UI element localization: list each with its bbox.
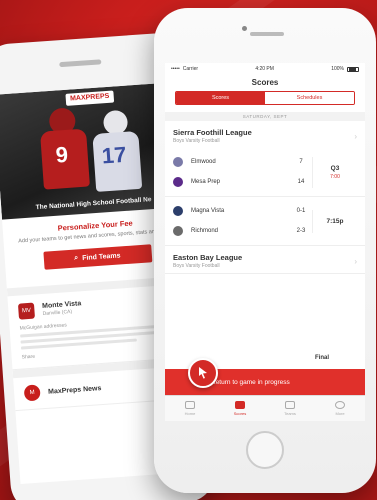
jersey-number-blue: 17 xyxy=(100,141,128,169)
pointer-icon xyxy=(199,367,207,379)
tab-label: More xyxy=(335,411,345,416)
home-icon xyxy=(185,401,195,409)
tab-label: Home xyxy=(184,411,196,416)
battery-icon xyxy=(347,66,359,72)
jersey-number-red: 9 xyxy=(54,141,69,168)
phone-speaker xyxy=(250,32,284,36)
tab-teams[interactable]: Teams xyxy=(265,396,315,421)
team-logo xyxy=(173,177,183,187)
bottom-tab-bar: Home Scores Teams More xyxy=(165,395,365,421)
status-bar: ••••• Carrier 4:20 PM 100% xyxy=(165,63,365,75)
team-logo xyxy=(173,157,183,167)
star-icon xyxy=(285,401,295,409)
feed-title: MaxPreps News xyxy=(47,384,102,396)
league-section: Easton Bay League Boys Varsity Football … xyxy=(165,246,365,361)
game-status: 7:15p xyxy=(312,209,357,233)
phone-camera xyxy=(242,26,247,31)
team-row: Richmond 2-3 xyxy=(173,221,312,241)
feed-subtitle: Danville (CA) xyxy=(42,308,73,317)
league-subtitle: Boys Varsity Football xyxy=(173,263,220,269)
team-logo xyxy=(173,226,183,236)
page-title: Scores xyxy=(251,78,279,87)
chevron-right-icon: › xyxy=(354,131,357,141)
chevron-right-icon: › xyxy=(354,256,357,266)
game-status: Q3 7:00 xyxy=(312,156,357,188)
find-teams-label: Find Teams xyxy=(81,251,121,262)
maxpreps-logo: MAXPREPS xyxy=(65,90,115,106)
team-logo: MV xyxy=(17,302,36,320)
game-row[interactable]: Elmwood 7 Mesa Prep 14 Q3 7:00 xyxy=(165,148,365,196)
team-row: Magna Vista 0-1 xyxy=(173,201,312,221)
home-button[interactable] xyxy=(246,431,284,469)
find-teams-button[interactable]: ⌕ Find Teams xyxy=(42,244,152,270)
league-name: Easton Bay League xyxy=(173,253,243,262)
phone-speaker xyxy=(59,59,102,68)
final-label: Final xyxy=(315,355,330,361)
maxpreps-news-logo: M xyxy=(23,384,41,402)
team-score: 14 xyxy=(297,179,305,185)
tab-more[interactable]: More xyxy=(315,396,365,421)
game-clock: 7:00 xyxy=(330,173,340,180)
tab-label: Scores xyxy=(233,411,247,416)
team-record: 2-3 xyxy=(296,228,306,234)
tab-home[interactable]: Home xyxy=(165,396,215,421)
team-score: 7 xyxy=(299,159,303,165)
scores-screen: ••••• Carrier 4:20 PM 100% Scores Scores… xyxy=(165,63,365,421)
carrier-label: Carrier xyxy=(182,66,199,72)
game-row[interactable]: Magna Vista 0-1 Richmond 2-3 7:15p xyxy=(165,196,365,245)
segmented-control: Scores Schedules xyxy=(175,91,355,105)
team-row: Mesa Prep 14 xyxy=(173,172,312,192)
league-section: Sierra Foothill League Boys Varsity Foot… xyxy=(165,121,365,246)
search-icon: ⌕ xyxy=(74,254,79,262)
date-header: SATURDAY, SEPT xyxy=(165,112,365,121)
team-name: Magna Vista xyxy=(191,208,225,214)
team-row: Elmwood 7 xyxy=(173,152,312,172)
league-header[interactable]: Sierra Foothill League Boys Varsity Foot… xyxy=(165,121,365,148)
return-to-game-label: Return to game in progress xyxy=(211,378,290,386)
tab-label: Teams xyxy=(284,411,296,416)
league-header[interactable]: Easton Bay League Boys Varsity Football … xyxy=(165,246,365,273)
more-icon xyxy=(335,401,345,409)
scores-icon xyxy=(235,401,245,409)
team-name: Mesa Prep xyxy=(191,179,221,185)
signal-icon: ••••• xyxy=(171,66,180,72)
league-name: Sierra Foothill League xyxy=(173,128,252,137)
league-subtitle: Boys Varsity Football xyxy=(173,138,220,144)
game-time: 7:15p xyxy=(326,217,344,225)
front-phone: ••••• Carrier 4:20 PM 100% Scores Scores… xyxy=(154,8,376,493)
team-name: Elmwood xyxy=(191,159,216,165)
tab-scores-bottom[interactable]: Scores xyxy=(215,396,265,421)
live-game-button[interactable] xyxy=(188,358,218,388)
team-name: Richmond xyxy=(191,228,219,234)
team-record: 0-1 xyxy=(296,208,306,214)
tab-schedules[interactable]: Schedules xyxy=(265,92,354,104)
game-period: Q3 xyxy=(330,164,340,172)
clock: 4:20 PM xyxy=(255,66,274,72)
battery-percent: 100% xyxy=(331,66,344,72)
tab-scores[interactable]: Scores xyxy=(176,92,265,104)
team-logo xyxy=(173,206,183,216)
